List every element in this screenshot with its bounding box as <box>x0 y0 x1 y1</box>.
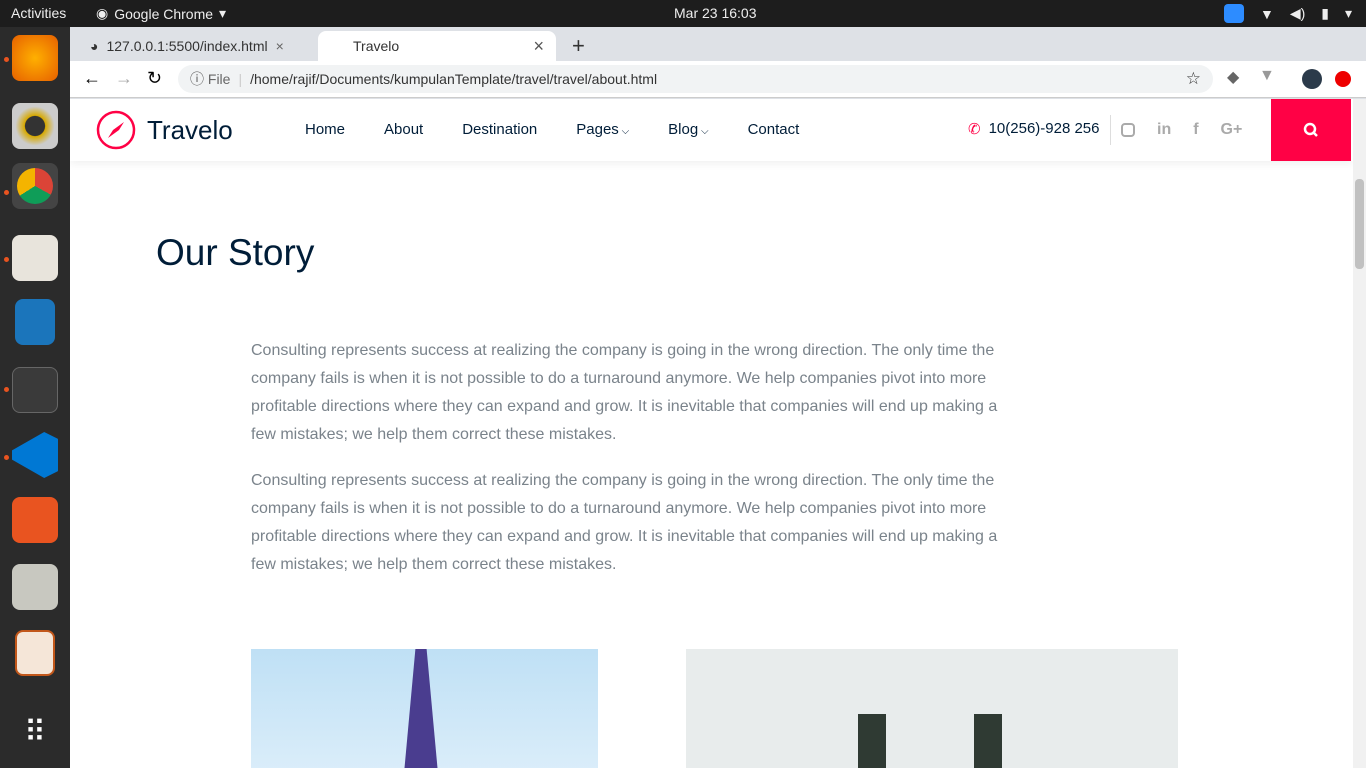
tab-index[interactable]: ◕ 127.0.0.1:5500/index.html × <box>78 31 318 61</box>
wifi-icon: ▼ <box>1259 5 1274 22</box>
clock[interactable]: Mar 23 16:03 <box>674 5 757 21</box>
browser-chrome: ◕ 127.0.0.1:5500/index.html × Travelo × + ←… <box>70 27 1366 99</box>
google-plus-icon[interactable]: G+ <box>1221 121 1243 139</box>
dock: ⠿ <box>0 27 70 768</box>
story-paragraph: Consulting represents success at realizi… <box>251 342 998 443</box>
close-tab-icon[interactable]: × <box>276 38 284 54</box>
rhythmbox-icon[interactable] <box>12 103 58 149</box>
show-apps-icon[interactable]: ⠿ <box>12 715 58 761</box>
chevron-down-icon: ⌵ <box>618 126 630 137</box>
profile-avatar[interactable] <box>1302 69 1322 89</box>
tab-travelo[interactable]: Travelo × <box>318 31 556 61</box>
compass-icon <box>96 110 136 150</box>
site-header: Travelo Home About Destination Pages ⌵ B… <box>70 99 1353 161</box>
search-button[interactable] <box>1271 99 1351 161</box>
chrome-icon: ◉ <box>96 5 109 21</box>
chevron-down-icon: ⌵ <box>698 126 709 137</box>
info-icon: ⓘ <box>190 71 204 87</box>
back-icon[interactable]: ← <box>83 68 101 89</box>
nav-destination[interactable]: Destination <box>462 121 537 138</box>
menu-arrow-icon[interactable]: ▾ <box>1345 5 1352 22</box>
globe-icon: ◕ <box>90 38 99 54</box>
nav-blog[interactable]: Blog ⌵ <box>668 121 708 138</box>
scrollbar-thumb[interactable] <box>1355 179 1364 269</box>
zoom-icon[interactable] <box>1223 4 1244 23</box>
volume-icon: ◀) <box>1289 5 1306 21</box>
close-tab-icon[interactable]: × <box>533 36 544 57</box>
page-scrollbar[interactable] <box>1353 99 1366 768</box>
facebook-icon[interactable]: f <box>1193 121 1198 139</box>
extension-layers-icon[interactable]: ◆ <box>1227 67 1239 87</box>
social-links: in f G+ <box>1110 115 1242 145</box>
nav-home[interactable]: Home <box>305 121 345 138</box>
activities-button[interactable]: Activities <box>11 5 66 21</box>
bookmark-star-icon[interactable]: ☆ <box>1186 69 1201 89</box>
address-bar[interactable]: ⓘ File |/home/rajif/Documents/kumpulanTem… <box>178 65 1213 93</box>
update-icon[interactable] <box>1335 71 1351 87</box>
chrome-dock-icon[interactable] <box>12 163 58 209</box>
nav-contact[interactable]: Contact <box>748 121 800 138</box>
battery-icon: ▮ <box>1321 5 1329 21</box>
search-icon <box>1303 122 1318 137</box>
page-title: Our Story <box>156 232 315 273</box>
app-menu[interactable]: ◉ Google Chrome ▾ <box>96 5 226 22</box>
bali-gate-image <box>686 649 1178 768</box>
new-tab-button[interactable]: + <box>560 31 597 61</box>
reload-icon[interactable]: ↻ <box>147 68 162 89</box>
impress-icon[interactable] <box>15 630 55 676</box>
logo[interactable]: Travelo <box>95 109 233 151</box>
nav-pages[interactable]: Pages ⌵ <box>576 121 629 138</box>
writer-icon[interactable] <box>15 299 55 345</box>
phone-contact[interactable]: ✆ 10(256)-928 256 <box>968 120 1100 138</box>
main-nav: Home About Destination Pages ⌵ Blog ⌵ Co… <box>305 121 799 138</box>
os-top-bar: Activities ◉ Google Chrome ▾ Mar 23 16:03 … <box>0 0 1366 27</box>
software-icon[interactable] <box>12 497 58 543</box>
firefox-icon[interactable] <box>12 35 58 81</box>
linkedin-icon[interactable]: in <box>1157 121 1171 139</box>
system-tray[interactable]: ▼ ◀) ▮ ▾ <box>1223 4 1352 23</box>
dropdown-icon: ▾ <box>219 5 227 21</box>
story-paragraph: Consulting represents success at realizi… <box>251 472 998 573</box>
terminal-icon[interactable] <box>12 367 58 413</box>
instagram-icon[interactable] <box>1121 123 1135 137</box>
vscode-icon[interactable] <box>12 432 58 478</box>
extension-vue-icon[interactable]: ▼ <box>1259 67 1275 85</box>
image-viewer-icon[interactable] <box>12 564 58 610</box>
web-page: Travelo Home About Destination Pages ⌵ B… <box>70 99 1353 768</box>
eiffel-tower-image <box>251 649 598 768</box>
nav-about[interactable]: About <box>384 121 423 138</box>
files-icon[interactable] <box>12 235 58 281</box>
forward-icon[interactable]: → <box>115 68 133 89</box>
phone-icon: ✆ <box>968 121 981 138</box>
toolbar: ← → ↻ ⓘ File |/home/rajif/Documents/kumpu… <box>70 61 1366 98</box>
